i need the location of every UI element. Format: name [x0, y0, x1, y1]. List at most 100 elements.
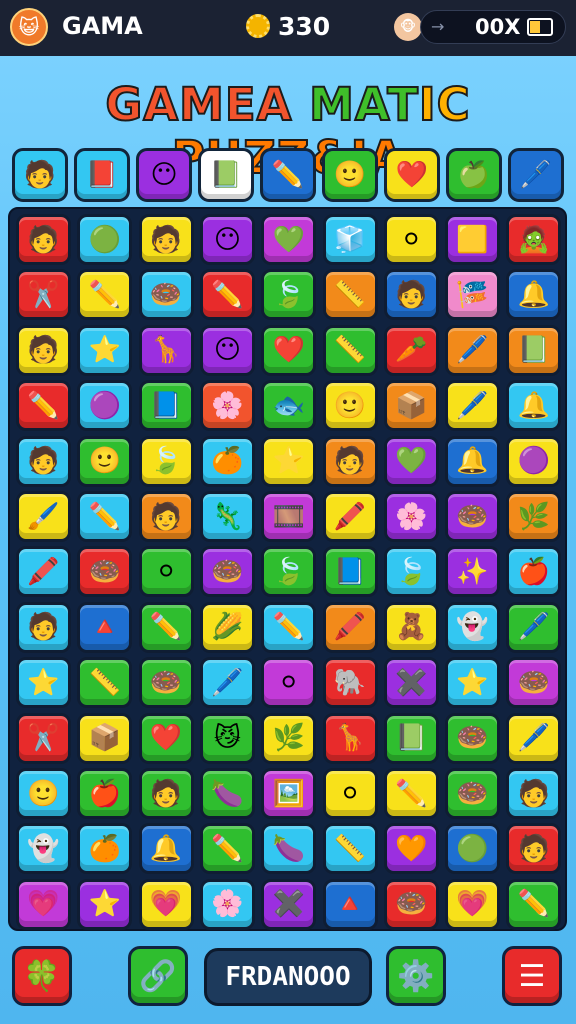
- puzzle-tile[interactable]: 🍩: [199, 546, 255, 598]
- puzzle-tile[interactable]: 🔔: [506, 269, 562, 321]
- puzzle-tile[interactable]: 🟣: [77, 380, 133, 432]
- puzzle-tile[interactable]: 🔺: [77, 601, 133, 653]
- puzzle-tile[interactable]: ✏️: [77, 269, 133, 321]
- puzzle-tile[interactable]: 🍃: [383, 546, 439, 598]
- puzzle-tile[interactable]: 🌸: [199, 380, 255, 432]
- puzzle-tile[interactable]: 📏: [322, 823, 378, 875]
- puzzle-tile[interactable]: 🖊️: [199, 657, 255, 709]
- puzzle-tile[interactable]: 🟢: [445, 823, 501, 875]
- puzzle-tile[interactable]: ✏️: [138, 601, 194, 653]
- puzzle-tile[interactable]: 🧑: [16, 601, 71, 653]
- puzzle-tile[interactable]: 🎞️: [261, 491, 317, 542]
- puzzle-tile[interactable]: 🐟: [261, 380, 317, 432]
- puzzle-tile[interactable]: ✏️: [383, 768, 439, 819]
- puzzle-tile[interactable]: 📏: [322, 269, 378, 321]
- puzzle-tile[interactable]: 🔔: [445, 435, 501, 487]
- puzzle-tile[interactable]: 🍩: [506, 657, 562, 709]
- avatar[interactable]: 😺: [10, 8, 48, 46]
- puzzle-tile[interactable]: ⭐: [77, 878, 133, 930]
- puzzle-tile[interactable]: 🧑: [506, 768, 562, 819]
- tray-slot[interactable]: 😶: [136, 148, 192, 202]
- puzzle-tile[interactable]: 🌿: [506, 491, 562, 542]
- puzzle-tile[interactable]: 🍩: [77, 546, 133, 598]
- puzzle-tile[interactable]: ⚪: [138, 546, 194, 598]
- puzzle-tile[interactable]: ❤️: [138, 712, 194, 764]
- puzzle-tile[interactable]: 🦎: [199, 491, 255, 542]
- puzzle-tile[interactable]: 🟣: [506, 435, 562, 487]
- puzzle-tile[interactable]: 📏: [322, 324, 378, 376]
- puzzle-tile[interactable]: 🌸: [383, 491, 439, 542]
- puzzle-tile[interactable]: 🍩: [445, 712, 501, 764]
- puzzle-tile[interactable]: ✏️: [506, 878, 562, 930]
- puzzle-tile[interactable]: 🧑: [138, 768, 194, 819]
- puzzle-tile[interactable]: 🦒: [322, 712, 378, 764]
- puzzle-tile[interactable]: 🐘: [322, 657, 378, 709]
- puzzle-tile[interactable]: 🖍️: [322, 491, 378, 542]
- puzzle-tile[interactable]: 🍆: [199, 768, 255, 819]
- puzzle-tile[interactable]: 🍃: [138, 435, 194, 487]
- puzzle-tile[interactable]: 🙂: [16, 768, 71, 819]
- puzzle-tile[interactable]: 🔺: [322, 878, 378, 930]
- puzzle-tile[interactable]: 🍎: [77, 768, 133, 819]
- puzzle-tile[interactable]: 🧊: [322, 214, 378, 265]
- puzzle-tile[interactable]: 🙂: [77, 435, 133, 487]
- puzzle-tile[interactable]: ❤️: [261, 324, 317, 376]
- puzzle-tile[interactable]: 📏: [77, 657, 133, 709]
- puzzle-tile[interactable]: ⭐: [445, 657, 501, 709]
- puzzle-tile[interactable]: 🧑: [138, 214, 194, 265]
- tray-slot[interactable]: 🖊️: [508, 148, 564, 202]
- puzzle-tile[interactable]: ⭐: [261, 435, 317, 487]
- puzzle-tile[interactable]: ⚪: [261, 657, 317, 709]
- puzzle-tile[interactable]: 🥕: [383, 324, 439, 376]
- puzzle-tile[interactable]: 💚: [383, 435, 439, 487]
- powerup-button[interactable]: 🍀: [12, 946, 72, 1006]
- puzzle-tile[interactable]: ⚪: [383, 214, 439, 265]
- puzzle-tile[interactable]: 🖍️: [322, 601, 378, 653]
- puzzle-tile[interactable]: 🙂: [322, 380, 378, 432]
- menu-button[interactable]: ☰: [502, 946, 562, 1006]
- puzzle-tile[interactable]: 📦: [383, 380, 439, 432]
- puzzle-tile[interactable]: 🧑: [16, 435, 71, 487]
- puzzle-tile[interactable]: 🔔: [506, 380, 562, 432]
- tray-slot[interactable]: ❤️: [384, 148, 440, 202]
- puzzle-tile[interactable]: ✏️: [261, 601, 317, 653]
- puzzle-tile[interactable]: ✨: [445, 546, 501, 598]
- puzzle-tile[interactable]: 💚: [261, 214, 317, 265]
- puzzle-tile[interactable]: 🧑: [383, 269, 439, 321]
- tray-slot[interactable]: 🙂: [322, 148, 378, 202]
- puzzle-tile[interactable]: 📗: [506, 324, 562, 376]
- puzzle-tile[interactable]: 📗: [383, 712, 439, 764]
- puzzle-tile[interactable]: 😶: [199, 214, 255, 265]
- puzzle-tile[interactable]: 🍎: [506, 546, 562, 598]
- tray-slot[interactable]: 📕: [74, 148, 130, 202]
- puzzle-tile[interactable]: 🍆: [261, 823, 317, 875]
- puzzle-tile[interactable]: ✏️: [16, 380, 71, 432]
- puzzle-tile[interactable]: 🍩: [445, 491, 501, 542]
- monkey-icon[interactable]: 🐵: [394, 13, 422, 41]
- puzzle-tile[interactable]: 🍩: [138, 657, 194, 709]
- puzzle-tile[interactable]: 👻: [16, 823, 71, 875]
- tray-slot[interactable]: 🧑: [12, 148, 68, 202]
- puzzle-tile[interactable]: 📘: [138, 380, 194, 432]
- puzzle-tile[interactable]: 🖊️: [506, 601, 562, 653]
- puzzle-tile[interactable]: ⭐: [77, 324, 133, 376]
- tray-slot[interactable]: ✏️: [260, 148, 316, 202]
- puzzle-tile[interactable]: 🍊: [199, 435, 255, 487]
- puzzle-tile[interactable]: 🟨: [445, 214, 501, 265]
- puzzle-tile[interactable]: ✏️: [199, 269, 255, 321]
- puzzle-tile[interactable]: 😼: [199, 712, 255, 764]
- puzzle-tile[interactable]: 🔔: [138, 823, 194, 875]
- tray-slot[interactable]: 📗: [198, 148, 254, 202]
- puzzle-tile[interactable]: 🧟: [506, 214, 562, 265]
- puzzle-tile[interactable]: 🧑: [16, 214, 71, 265]
- puzzle-tile[interactable]: 🧸: [383, 601, 439, 653]
- puzzle-tile[interactable]: 🧑: [322, 435, 378, 487]
- puzzle-tile[interactable]: 📦: [77, 712, 133, 764]
- puzzle-tile[interactable]: ✏️: [77, 491, 133, 542]
- puzzle-tile[interactable]: 🍊: [77, 823, 133, 875]
- settings-button[interactable]: ⚙️: [386, 946, 446, 1006]
- puzzle-tile[interactable]: 🍃: [261, 269, 317, 321]
- puzzle-tile[interactable]: 🍩: [138, 269, 194, 321]
- puzzle-tile[interactable]: ✏️: [199, 823, 255, 875]
- puzzle-tile[interactable]: 😶: [199, 324, 255, 376]
